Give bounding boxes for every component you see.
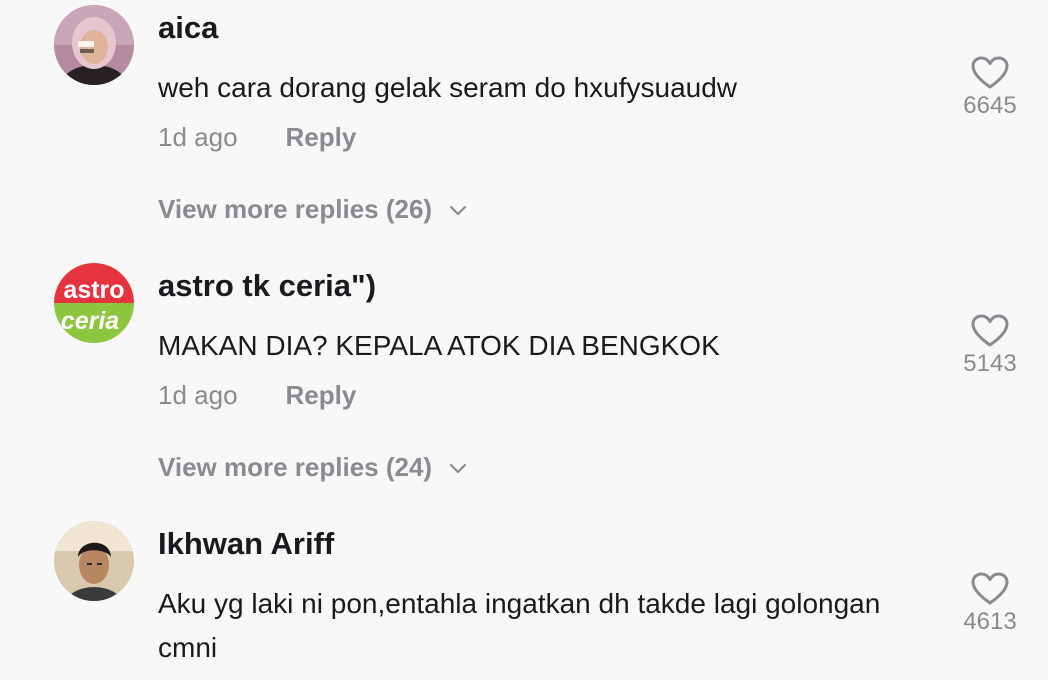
avatar[interactable] [54, 521, 134, 601]
heart-icon [971, 572, 1009, 605]
svg-text:astro: astro [63, 276, 124, 304]
like-button[interactable]: 5143 [950, 314, 1030, 378]
view-more-replies-label: View more replies (24) [158, 452, 433, 482]
avatar[interactable]: astro ceria [54, 263, 134, 343]
person-photo-avatar-icon [54, 521, 134, 601]
person-hijab-avatar-icon [54, 5, 134, 85]
like-button[interactable]: 6645 [950, 56, 1030, 120]
like-button[interactable]: 4613 [950, 572, 1030, 636]
chevron-down-icon [449, 463, 467, 473]
comment-username[interactable]: aica [158, 10, 218, 46]
view-more-replies-label: View more replies (26) [158, 194, 433, 224]
comment-username[interactable]: astro tk ceria") [158, 268, 376, 304]
comment-timestamp: 1d ago [158, 122, 238, 152]
like-count: 6645 [963, 92, 1017, 119]
like-count: 5143 [963, 350, 1017, 377]
astro-ceria-logo-icon: astro ceria [54, 263, 134, 343]
reply-button[interactable]: Reply [286, 122, 357, 152]
heart-icon [971, 56, 1009, 89]
view-more-replies-button[interactable]: View more replies (26) [158, 194, 468, 225]
comment-meta: 1d ago Reply [158, 380, 356, 411]
comment-meta: 1d ago Reply [158, 122, 356, 153]
reply-button[interactable]: Reply [286, 380, 357, 410]
comment-list: aica weh cara dorang gelak seram do hxuf… [0, 0, 1048, 680]
chevron-down-icon [449, 205, 467, 215]
avatar[interactable] [54, 5, 134, 85]
comment-text: weh cara dorang gelak seram do hxufysuau… [158, 72, 738, 103]
comment-username[interactable]: Ikhwan Ariff [158, 526, 334, 562]
comment-text: MAKAN DIA? KEPALA ATOK DIA BENGKOK [158, 330, 720, 361]
comment-text: Aku yg laki ni pon,entahla ingatkan dh t… [158, 588, 881, 663]
comment-timestamp: 1d ago [158, 380, 238, 410]
svg-text:ceria: ceria [61, 307, 119, 335]
like-count: 4613 [963, 608, 1017, 635]
heart-icon [971, 314, 1009, 347]
view-more-replies-button[interactable]: View more replies (24) [158, 452, 468, 483]
